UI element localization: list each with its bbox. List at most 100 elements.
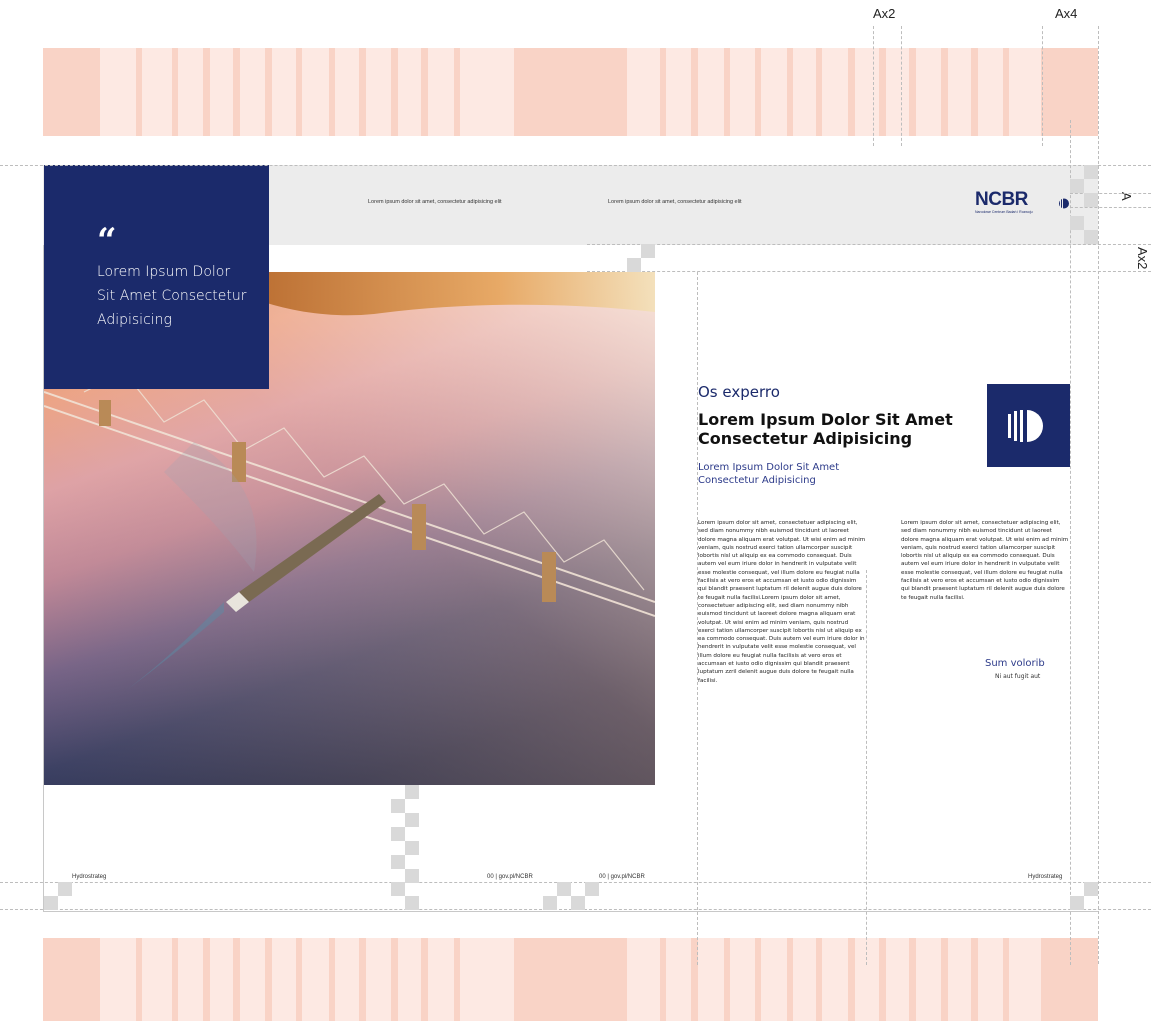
grid-column (43, 48, 100, 136)
footer-page-right: 00 | gov.pl/NCBR (599, 874, 645, 880)
guide-horizontal (587, 244, 1151, 245)
spacing-marker (405, 896, 419, 910)
top-grid-band (43, 48, 1098, 136)
caption-subtitle: Ni aut fugit aut (995, 673, 1041, 680)
spacing-marker (585, 882, 599, 896)
grid-column (233, 938, 240, 1021)
grid-column (454, 938, 460, 1021)
grid-column (909, 938, 916, 1021)
grid-column (941, 48, 948, 136)
grid-column (265, 48, 272, 136)
grid-column (329, 48, 335, 136)
grid-column (391, 938, 398, 1021)
body-text-left: Lorem ipsum dolor sit amet, consectetuer… (698, 520, 866, 684)
grid-column (421, 48, 428, 136)
grid-column (971, 938, 978, 1021)
grid-column (816, 48, 822, 136)
grid-column (203, 938, 210, 1021)
logo-subtitle: Narodowe Centrum Badań i Rozwoju (975, 210, 1033, 214)
grid-column (755, 938, 761, 1021)
guide-vertical (901, 26, 902, 146)
guide-horizontal (1070, 193, 1151, 194)
grid-column (136, 938, 142, 1021)
grid-column (265, 938, 272, 1021)
dimension-label-ax4-top: Ax4 (1055, 6, 1078, 21)
guide-vertical (1042, 26, 1043, 146)
grid-column (787, 48, 793, 136)
logo-mark-icon (1057, 194, 1069, 209)
article-subhead: Lorem Ipsum Dolor Sit Amet Consectetur A… (698, 462, 840, 486)
grid-column (787, 938, 793, 1021)
dimension-label-ax2-top: Ax2 (873, 6, 896, 21)
grid-column (514, 938, 627, 1021)
pull-quote-text: Lorem Ipsum Dolor Sit Amet Consectetur A… (97, 264, 247, 328)
spacing-marker (1070, 179, 1084, 193)
spacing-marker (44, 896, 58, 910)
spacing-marker (1070, 216, 1084, 230)
spacing-marker (543, 896, 557, 910)
grid-column (172, 48, 178, 136)
grid-column (359, 938, 366, 1021)
grid-column (724, 48, 730, 136)
guide-vertical (1098, 26, 1099, 964)
quote-mark-icon: “ (97, 221, 117, 261)
grid-column (691, 48, 698, 136)
spacing-marker (405, 813, 419, 827)
dimension-label-ax2-side: Ax2 (1135, 247, 1150, 270)
spacing-marker (627, 258, 641, 272)
guide-horizontal (587, 271, 1151, 272)
spacing-marker (1084, 230, 1098, 244)
footer-page-left: 00 | gov.pl/NCBR (487, 874, 533, 880)
spacing-marker (391, 827, 405, 841)
guide-horizontal (1070, 207, 1151, 208)
guide-vertical (1070, 120, 1071, 965)
guide-vertical (873, 26, 874, 146)
grid-column (816, 938, 822, 1021)
guide-horizontal (0, 882, 1151, 883)
guide-horizontal (0, 165, 1151, 166)
grid-column (1003, 48, 1009, 136)
grid-column (755, 48, 761, 136)
grid-column (296, 48, 302, 136)
header-text-left: Lorem ipsum dolor sit amet, consectetur … (368, 199, 502, 205)
footer-left: Hydrostrateg (72, 874, 107, 880)
article-kicker: Os experro (698, 383, 780, 401)
spacing-marker (58, 882, 72, 896)
grid-column (136, 48, 142, 136)
ncbr-symbol-icon (987, 384, 1070, 467)
grid-column (941, 938, 948, 1021)
spacing-marker (557, 882, 571, 896)
header-text-right: Lorem ipsum dolor sit amet, consectetur … (608, 199, 742, 205)
grid-column (514, 48, 627, 136)
guide-vertical (697, 272, 698, 965)
spacing-marker (571, 896, 585, 910)
bottom-grid-band (43, 938, 1098, 1021)
footer-right: Hydrostrateg (1028, 874, 1063, 880)
spacing-marker (391, 855, 405, 869)
caption-title: Sum volorib (985, 658, 1045, 669)
grid-column (909, 48, 916, 136)
grid-column (879, 48, 886, 136)
grid-column (454, 48, 460, 136)
grid-column (329, 938, 335, 1021)
grid-column (391, 48, 398, 136)
grid-column (879, 938, 886, 1021)
grid-column (660, 48, 666, 136)
spacing-marker (405, 785, 419, 799)
grid-column (971, 48, 978, 136)
spacing-marker (405, 841, 419, 855)
spacing-marker (391, 799, 405, 813)
ncbr-logo: NCBR (975, 189, 1028, 210)
grid-column (233, 48, 240, 136)
grid-column (172, 938, 178, 1021)
spacing-marker (1084, 193, 1098, 207)
grid-column (296, 938, 302, 1021)
grid-column (421, 938, 428, 1021)
spacing-marker (391, 882, 405, 896)
spacing-marker (1070, 896, 1084, 910)
body-text-right: Lorem ipsum dolor sit amet, consectetuer… (901, 520, 1069, 601)
grid-column (660, 938, 666, 1021)
article-headline: Lorem Ipsum Dolor Sit Amet Consectetur A… (698, 410, 953, 448)
grid-column (203, 48, 210, 136)
grid-column (724, 938, 730, 1021)
